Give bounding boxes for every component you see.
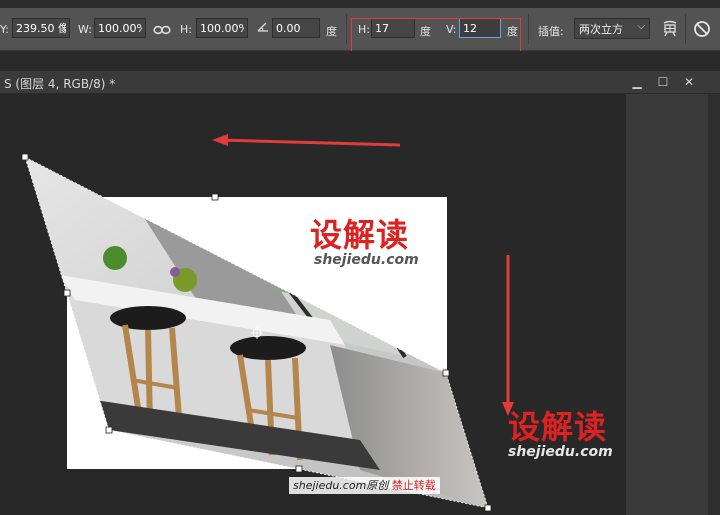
- maximize-icon[interactable]: ☐: [652, 73, 674, 91]
- panel-gap: [0, 51, 720, 71]
- interpolation-select[interactable]: 两次立方 ⌵: [574, 18, 650, 39]
- interpolation-value: 两次立方: [579, 23, 623, 36]
- brand-url: shejiedu.com: [314, 252, 419, 268]
- rotate-input[interactable]: [272, 18, 320, 38]
- separator: [528, 14, 529, 44]
- warp-mode-icon[interactable]: [660, 19, 680, 39]
- separator: [346, 14, 347, 44]
- document-title: S (图层 4, RGB/8) *: [4, 77, 116, 91]
- close-icon[interactable]: ✕: [678, 73, 700, 91]
- brand-watermark-top: 设解读 shejiedu.com: [310, 218, 419, 268]
- y-input[interactable]: [12, 18, 70, 38]
- minimize-icon[interactable]: ▁: [626, 73, 648, 91]
- width-input[interactable]: [94, 18, 146, 38]
- footer-original: 原创: [366, 479, 389, 492]
- angle-icon: [257, 22, 268, 32]
- panel-dock: [626, 94, 708, 515]
- brand-name: 设解读: [508, 408, 608, 446]
- footer-watermark: shejiedu.com原创 禁止转载: [289, 477, 440, 494]
- height-input[interactable]: [196, 18, 248, 38]
- brand-watermark-bottom: 设解读 shejiedu.com: [508, 410, 613, 460]
- transform-options-bar: Y: W: H: 度 H: 度 V: 度 插值: 两次立方 ⌵: [0, 8, 720, 58]
- cancel-transform-icon[interactable]: [692, 19, 712, 39]
- brand-url: shejiedu.com: [508, 444, 613, 460]
- y-label: Y:: [0, 23, 9, 36]
- brand-name: 设解读: [310, 216, 410, 254]
- vertical-scrollbar[interactable]: [708, 94, 720, 515]
- footer-warning: 禁止转载: [391, 479, 436, 492]
- h-label: H:: [180, 23, 192, 36]
- left-arrow: [219, 138, 401, 147]
- document-tab[interactable]: S (图层 4, RGB/8) * ▁ ☐ ✕: [0, 71, 720, 94]
- canvas-area[interactable]: 设解读 shejiedu.com 设解读 shejiedu.com: [0, 94, 626, 515]
- separator: [685, 14, 686, 44]
- link-icon[interactable]: [152, 20, 172, 40]
- menu-bar: [0, 0, 720, 8]
- rotate-unit: 度: [326, 25, 337, 38]
- chevron-down-icon: ⌵: [637, 21, 645, 32]
- w-label: W:: [78, 23, 92, 36]
- footer-site: shejiedu.com: [293, 479, 367, 492]
- interpolation-label: 插值:: [538, 25, 564, 38]
